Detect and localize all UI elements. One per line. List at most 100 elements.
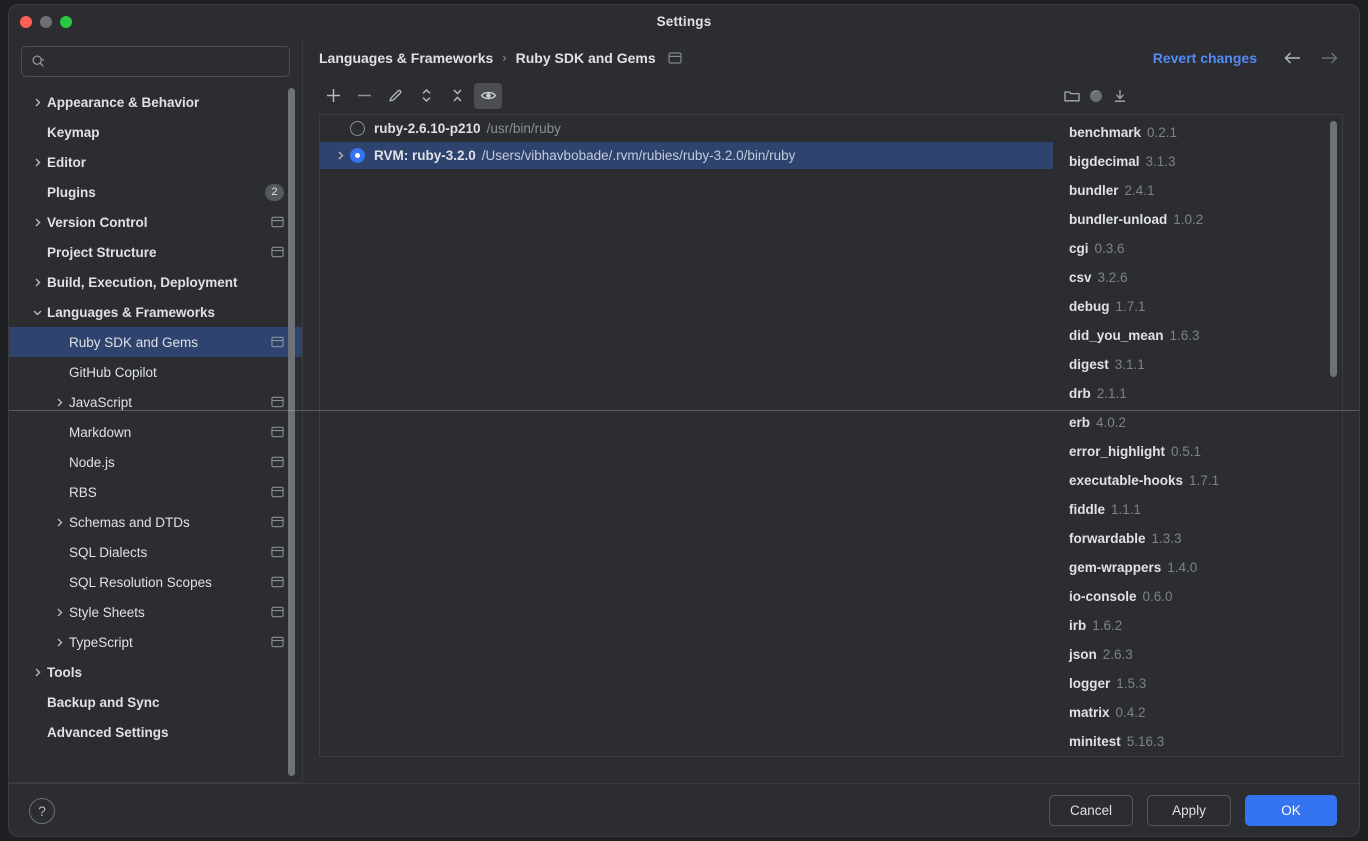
tree-chevron[interactable] — [49, 397, 69, 408]
sidebar-item-sql-resolution-scopes[interactable]: SQL Resolution Scopes — [9, 567, 302, 597]
revert-changes-link[interactable]: Revert changes — [1153, 50, 1257, 66]
gem-row[interactable]: drb2.1.1 — [1053, 379, 1342, 408]
sidebar-item-sql-dialects[interactable]: SQL Dialects — [9, 537, 302, 567]
breadcrumb-parent[interactable]: Languages & Frameworks — [319, 50, 493, 66]
sidebar-item-backup-and-sync[interactable]: Backup and Sync — [9, 687, 302, 717]
expand-all-button[interactable] — [412, 83, 440, 109]
gem-row[interactable]: csv3.2.6 — [1053, 263, 1342, 292]
dialog-footer: ? Cancel Apply OK — [9, 783, 1359, 837]
search-input[interactable] — [52, 54, 280, 69]
gem-name: json — [1069, 647, 1097, 662]
sidebar-item-ruby-sdk-and-gems[interactable]: Ruby SDK and Gems — [9, 327, 302, 357]
chevron-down-icon — [32, 307, 43, 318]
gem-row[interactable]: cgi0.3.6 — [1053, 234, 1342, 263]
cancel-button[interactable]: Cancel — [1049, 795, 1133, 826]
sidebar-item-label: Plugins — [47, 185, 259, 200]
sidebar-item-build-execution-deployment[interactable]: Build, Execution, Deployment — [9, 267, 302, 297]
ok-button[interactable]: OK — [1245, 795, 1337, 826]
gems-list[interactable]: benchmark0.2.1bigdecimal3.1.3bundler2.4.… — [1053, 114, 1343, 757]
gems-scrollbar-thumb[interactable] — [1330, 121, 1337, 377]
gem-row[interactable]: logger1.5.3 — [1053, 669, 1342, 698]
tree-chevron[interactable] — [27, 667, 47, 678]
tree-chevron[interactable] — [49, 517, 69, 528]
tree-chevron[interactable] — [27, 97, 47, 108]
sidebar-item-editor[interactable]: Editor — [9, 147, 302, 177]
sidebar-item-version-control[interactable]: Version Control — [9, 207, 302, 237]
tree-chevron[interactable] — [27, 217, 47, 228]
gem-row[interactable]: erb4.0.2 — [1053, 408, 1342, 437]
sdk-row[interactable]: ruby-2.6.10-p210/usr/bin/ruby — [320, 115, 1053, 142]
gem-row[interactable]: fiddle1.1.1 — [1053, 495, 1342, 524]
sidebar-item-appearance-behavior[interactable]: Appearance & Behavior — [9, 87, 302, 117]
gem-name: erb — [1069, 415, 1090, 430]
sidebar-item-github-copilot[interactable]: GitHub Copilot — [9, 357, 302, 387]
gem-row[interactable]: json2.6.3 — [1053, 640, 1342, 669]
gem-name: bundler — [1069, 183, 1119, 198]
chevron-right-icon — [54, 637, 65, 648]
gem-name: matrix — [1069, 705, 1110, 720]
chevron-right-icon — [54, 397, 65, 408]
tree-chevron[interactable] — [49, 607, 69, 618]
sidebar-scrollbar-thumb[interactable] — [288, 88, 295, 776]
edit-sdk-button[interactable] — [381, 83, 409, 109]
sidebar-item-label: Appearance & Behavior — [47, 95, 284, 110]
apply-button[interactable]: Apply — [1147, 795, 1231, 826]
arrow-left-icon[interactable] — [1283, 49, 1303, 67]
gem-row[interactable]: digest3.1.1 — [1053, 350, 1342, 379]
gem-row[interactable]: error_highlight0.5.1 — [1053, 437, 1342, 466]
gem-row[interactable]: minitest5.16.3 — [1053, 727, 1342, 756]
download-icon[interactable] — [1111, 87, 1129, 105]
gem-icon[interactable] — [1087, 87, 1105, 105]
sidebar-item-advanced-settings[interactable]: Advanced Settings — [9, 717, 302, 747]
settings-tree[interactable]: Appearance & BehaviorKeymapEditorPlugins… — [9, 87, 302, 747]
gem-version: 1.6.3 — [1170, 328, 1200, 343]
sidebar-item-typescript[interactable]: TypeScript — [9, 627, 302, 657]
gem-row[interactable]: bundler-unload1.0.2 — [1053, 205, 1342, 234]
gem-row[interactable]: gem-wrappers1.4.0 — [1053, 553, 1342, 582]
sidebar-item-markdown[interactable]: Markdown — [9, 417, 302, 447]
chevron-right-icon — [32, 277, 43, 288]
close-window-button[interactable] — [20, 16, 32, 28]
sidebar-item-keymap[interactable]: Keymap — [9, 117, 302, 147]
sidebar-item-javascript[interactable]: JavaScript — [9, 387, 302, 417]
gem-row[interactable]: matrix0.4.2 — [1053, 698, 1342, 727]
sidebar-item-plugins[interactable]: Plugins2 — [9, 177, 302, 207]
gem-row[interactable]: irb1.6.2 — [1053, 611, 1342, 640]
sdk-row[interactable]: RVM: ruby-3.2.0/Users/vibhavbobade/.rvm/… — [320, 142, 1053, 169]
sidebar-item-schemas-and-dtds[interactable]: Schemas and DTDs — [9, 507, 302, 537]
tree-chevron[interactable] — [27, 307, 47, 318]
minimize-window-button[interactable] — [40, 16, 52, 28]
gem-row[interactable]: bundler2.4.1 — [1053, 176, 1342, 205]
sdk-list[interactable]: ruby-2.6.10-p210/usr/bin/rubyRVM: ruby-3… — [319, 114, 1053, 757]
tree-chevron[interactable] — [49, 637, 69, 648]
tree-chevron[interactable] — [27, 157, 47, 168]
sdk-radio[interactable] — [350, 121, 365, 136]
gem-version: 0.6.0 — [1143, 589, 1173, 604]
add-sdk-button[interactable] — [319, 83, 347, 109]
gem-row[interactable]: did_you_mean1.6.3 — [1053, 321, 1342, 350]
folder-icon[interactable] — [1063, 87, 1081, 105]
gem-row[interactable]: forwardable1.3.3 — [1053, 524, 1342, 553]
search-box[interactable] — [21, 46, 290, 77]
sidebar-item-style-sheets[interactable]: Style Sheets — [9, 597, 302, 627]
sidebar-item-rbs[interactable]: RBS — [9, 477, 302, 507]
sidebar-item-node-js[interactable]: Node.js — [9, 447, 302, 477]
arrow-right-icon[interactable] — [1319, 49, 1339, 67]
gem-row[interactable]: io-console0.6.0 — [1053, 582, 1342, 611]
maximize-window-button[interactable] — [60, 16, 72, 28]
gem-row[interactable]: debug1.7.1 — [1053, 292, 1342, 321]
help-button[interactable]: ? — [29, 798, 55, 824]
gem-row[interactable]: bigdecimal3.1.3 — [1053, 147, 1342, 176]
sidebar-item-project-structure[interactable]: Project Structure — [9, 237, 302, 267]
sidebar-item-label: Build, Execution, Deployment — [47, 275, 284, 290]
gem-row[interactable]: benchmark0.2.1 — [1053, 118, 1342, 147]
sidebar-item-languages-frameworks[interactable]: Languages & Frameworks — [9, 297, 302, 327]
show-hidden-button[interactable] — [474, 83, 502, 109]
tree-chevron[interactable] — [27, 277, 47, 288]
sidebar-item-tools[interactable]: Tools — [9, 657, 302, 687]
collapse-all-button[interactable] — [443, 83, 471, 109]
sdk-row-chevron[interactable] — [330, 150, 350, 161]
remove-sdk-button[interactable] — [350, 83, 378, 109]
sdk-radio[interactable] — [350, 148, 365, 163]
gem-row[interactable]: executable-hooks1.7.1 — [1053, 466, 1342, 495]
